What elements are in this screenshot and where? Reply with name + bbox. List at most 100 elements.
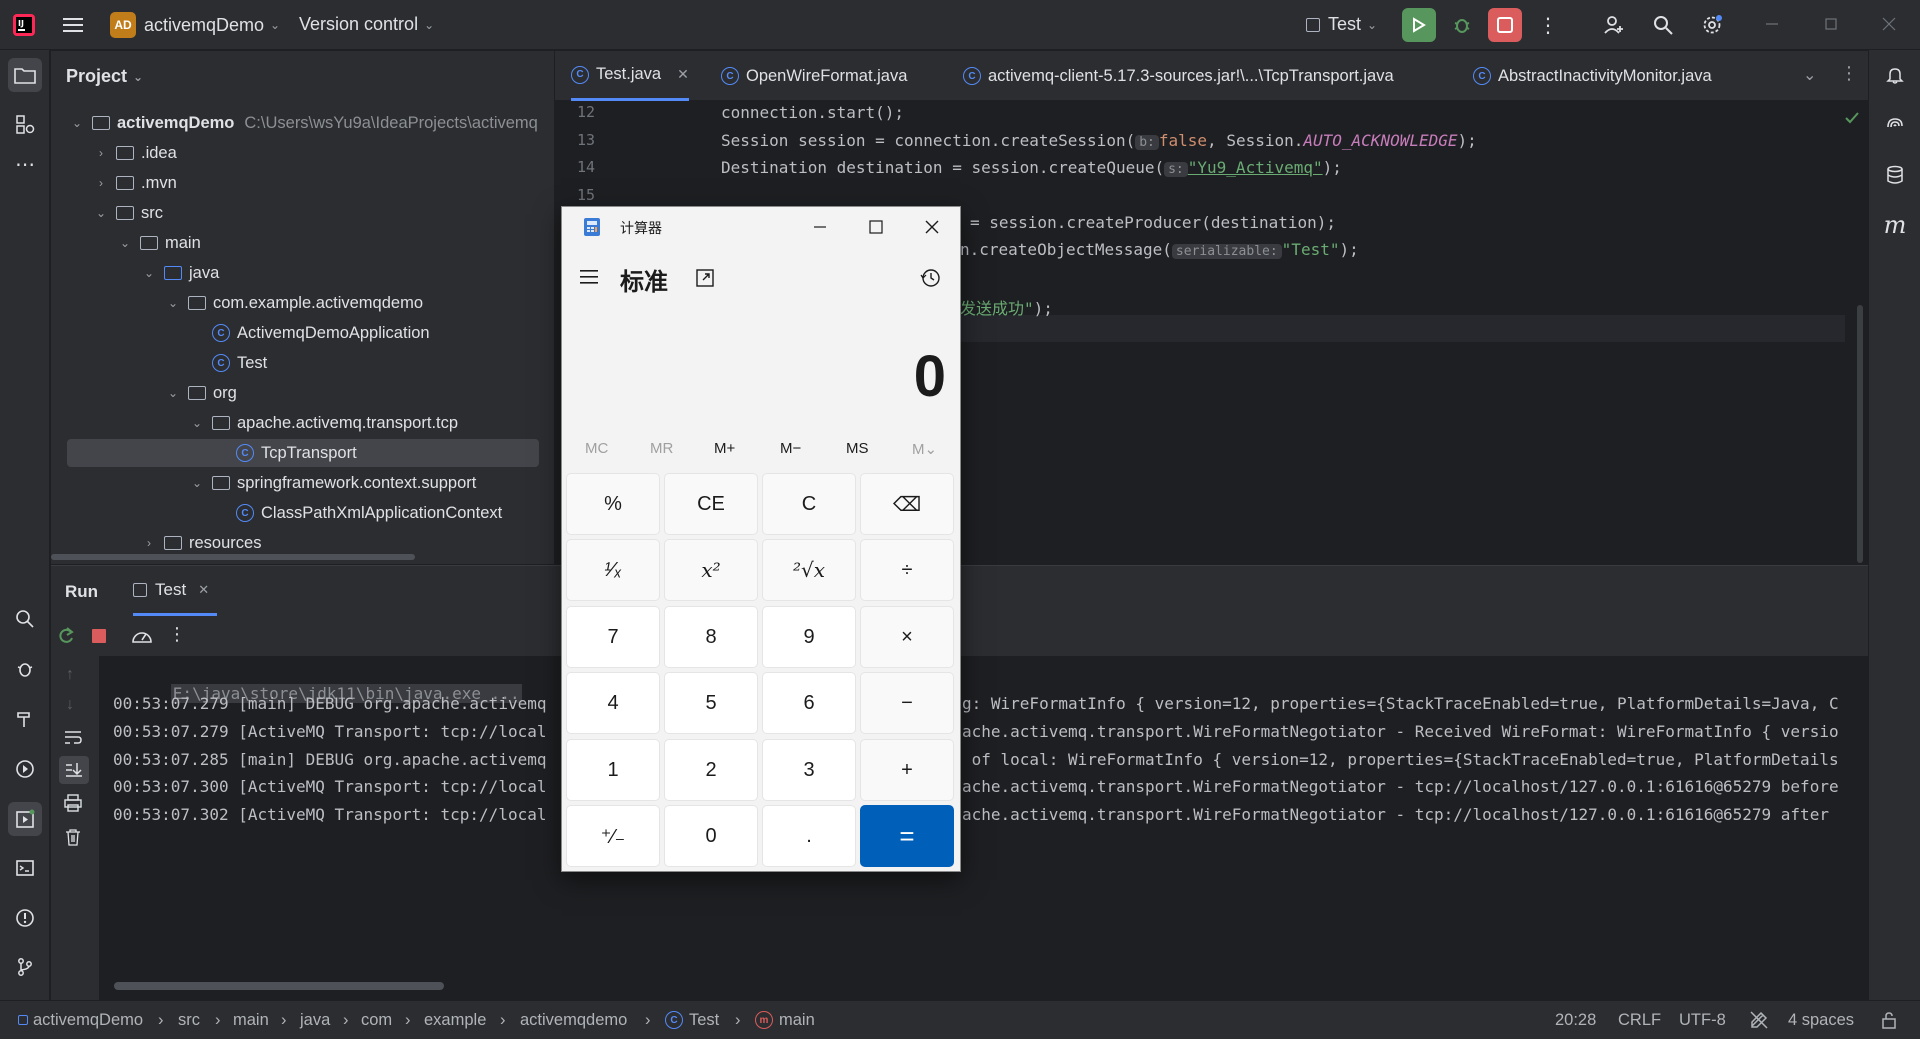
tree-item-activemqdemoapplication[interactable]: C ActivemqDemoApplication — [212, 319, 430, 347]
maven-icon[interactable]: m — [1878, 208, 1912, 242]
tree-item-idea[interactable]: › .idea — [94, 139, 177, 167]
expand-arrow-icon[interactable]: ⌄ — [166, 386, 180, 400]
debug-icon[interactable] — [1445, 8, 1479, 42]
tree-item-java[interactable]: ⌄ java — [142, 259, 219, 287]
minimize-icon[interactable] — [810, 217, 830, 242]
digit-7-button[interactable]: 7 — [566, 606, 660, 668]
digit-8-button[interactable]: 8 — [664, 606, 758, 668]
digit-5-button[interactable]: 5 — [664, 672, 758, 734]
tree-item-classpathxml[interactable]: C ClassPathXmlApplicationContext — [236, 499, 502, 527]
tree-item-main[interactable]: ⌄ main — [118, 229, 201, 257]
collapse-arrow-icon[interactable]: › — [94, 176, 108, 190]
more-actions-icon[interactable]: ⋮ — [168, 624, 186, 645]
scroll-down-icon[interactable]: ↓ — [66, 696, 74, 714]
project-folder-icon[interactable] — [8, 58, 42, 92]
clear-button[interactable]: C — [762, 473, 856, 535]
collapse-arrow-icon[interactable]: › — [94, 146, 108, 160]
restore-window-icon[interactable] — [1821, 14, 1841, 34]
cursor-position[interactable]: 20:28 — [1555, 1011, 1596, 1030]
backspace-button[interactable]: ⌫ — [860, 473, 954, 535]
memory-store-button[interactable]: MS — [846, 440, 869, 457]
print-icon[interactable] — [63, 794, 83, 817]
breadcrumb-item[interactable]: activemqdemo — [520, 1011, 627, 1030]
calculator-nav-menu-icon[interactable] — [580, 269, 600, 290]
lock-icon[interactable] — [1880, 1011, 1898, 1034]
tree-item-spring-package[interactable]: ⌄ springframework.context.support — [190, 469, 476, 497]
digit-0-button[interactable]: 0 — [664, 805, 758, 867]
expand-arrow-icon[interactable]: ⌄ — [142, 266, 156, 280]
file-encoding[interactable]: UTF-8 — [1679, 1011, 1726, 1030]
ai-assistant-icon[interactable] — [1878, 108, 1912, 142]
square-root-button[interactable]: ²√x — [762, 539, 856, 601]
notifications-bell-icon[interactable] — [1878, 58, 1912, 92]
close-icon[interactable] — [922, 217, 942, 242]
database-icon[interactable] — [1878, 158, 1912, 192]
line-separator[interactable]: CRLF — [1618, 1011, 1661, 1030]
soft-wrap-icon[interactable] — [63, 728, 83, 751]
run-tool-icon[interactable] — [8, 802, 42, 836]
close-tab-icon[interactable]: ✕ — [677, 66, 689, 83]
editor-vertical-scrollbar[interactable] — [1857, 305, 1863, 563]
run-tab-test[interactable]: Test ✕ — [133, 580, 209, 600]
breadcrumb-item[interactable]: java — [300, 1011, 330, 1030]
memory-subtract-button[interactable]: M− — [780, 440, 801, 457]
memory-list-button[interactable]: M⌄ — [912, 440, 937, 458]
tab-tcptransport[interactable]: C activemq-client-5.17.3-sources.jar!\..… — [963, 51, 1394, 101]
collapse-arrow-icon[interactable]: › — [142, 536, 156, 550]
tree-item-resources[interactable]: › resources — [142, 529, 261, 557]
tree-item-mvn[interactable]: › .mvn — [94, 169, 177, 197]
rerun-icon[interactable] — [56, 626, 76, 651]
main-menu-icon[interactable] — [56, 8, 90, 42]
stop-button[interactable] — [1488, 8, 1522, 42]
reciprocal-button[interactable]: ¹⁄ₓ — [566, 539, 660, 601]
git-branch-icon[interactable] — [8, 950, 42, 984]
indent-setting[interactable]: 4 spaces — [1788, 1011, 1854, 1030]
digit-1-button[interactable]: 1 — [566, 739, 660, 801]
rerun-button[interactable] — [1402, 8, 1436, 42]
app-logo-icon[interactable]: IJ — [12, 13, 36, 37]
add-user-icon[interactable] — [1597, 8, 1631, 42]
find-icon[interactable] — [8, 602, 42, 636]
clear-trash-icon[interactable] — [64, 828, 82, 851]
add-button[interactable]: + — [860, 739, 954, 801]
expand-arrow-icon[interactable]: ⌄ — [118, 236, 132, 250]
tree-item-tcptransport[interactable]: C TcpTransport — [236, 439, 357, 467]
settings-gear-icon[interactable] — [1695, 8, 1729, 42]
breadcrumb-item[interactable]: src — [178, 1011, 200, 1030]
negate-button[interactable]: ⁺⁄₋ — [566, 805, 660, 867]
tab-more-icon[interactable]: ⋮ — [1840, 63, 1858, 84]
percent-button[interactable]: % — [566, 473, 660, 535]
terminal-icon[interactable] — [8, 851, 42, 885]
history-icon[interactable] — [920, 267, 942, 294]
breadcrumb-item[interactable]: example — [424, 1011, 486, 1030]
tree-item-package[interactable]: ⌄ com.example.activemqdemo — [166, 289, 423, 317]
tree-item-org[interactable]: ⌄ org — [166, 379, 237, 407]
memory-recall-button[interactable]: MR — [650, 440, 673, 457]
breadcrumb-item[interactable]: activemqDemo — [33, 1011, 143, 1030]
readonly-toggle-icon[interactable] — [1749, 1010, 1769, 1035]
expand-arrow-icon[interactable]: ⌄ — [70, 116, 84, 130]
more-actions-icon[interactable]: ⋮ — [1531, 8, 1565, 42]
maximize-icon[interactable] — [866, 217, 886, 242]
problems-icon[interactable] — [8, 901, 42, 935]
clear-entry-button[interactable]: CE — [664, 473, 758, 535]
close-tab-icon[interactable]: ✕ — [198, 582, 209, 598]
tree-item-test[interactable]: C Test — [212, 349, 267, 377]
keep-on-top-icon[interactable] — [694, 267, 716, 294]
dashboard-gauge-icon[interactable] — [131, 626, 153, 651]
tab-abstractinactivitymonitor[interactable]: C AbstractInactivityMonitor.java — [1473, 51, 1712, 101]
console-horizontal-scrollbar[interactable] — [114, 982, 444, 990]
scroll-to-end-icon[interactable] — [59, 756, 89, 784]
digit-3-button[interactable]: 3 — [762, 739, 856, 801]
multiply-button[interactable]: × — [860, 606, 954, 668]
project-horizontal-scrollbar[interactable] — [51, 554, 415, 560]
tree-item-tcp-package[interactable]: ⌄ apache.activemq.transport.tcp — [190, 409, 458, 437]
breadcrumb-item[interactable]: Test — [689, 1011, 719, 1030]
vcs-selector[interactable]: Version control ⌄ — [299, 14, 434, 35]
minimize-window-icon[interactable] — [1762, 14, 1782, 34]
digit-9-button[interactable]: 9 — [762, 606, 856, 668]
tab-test-java[interactable]: C Test.java ✕ — [571, 51, 689, 101]
expand-arrow-icon[interactable]: ⌄ — [190, 416, 204, 430]
structure-icon[interactable] — [8, 107, 42, 141]
no-problems-check-icon[interactable] — [1844, 111, 1860, 130]
